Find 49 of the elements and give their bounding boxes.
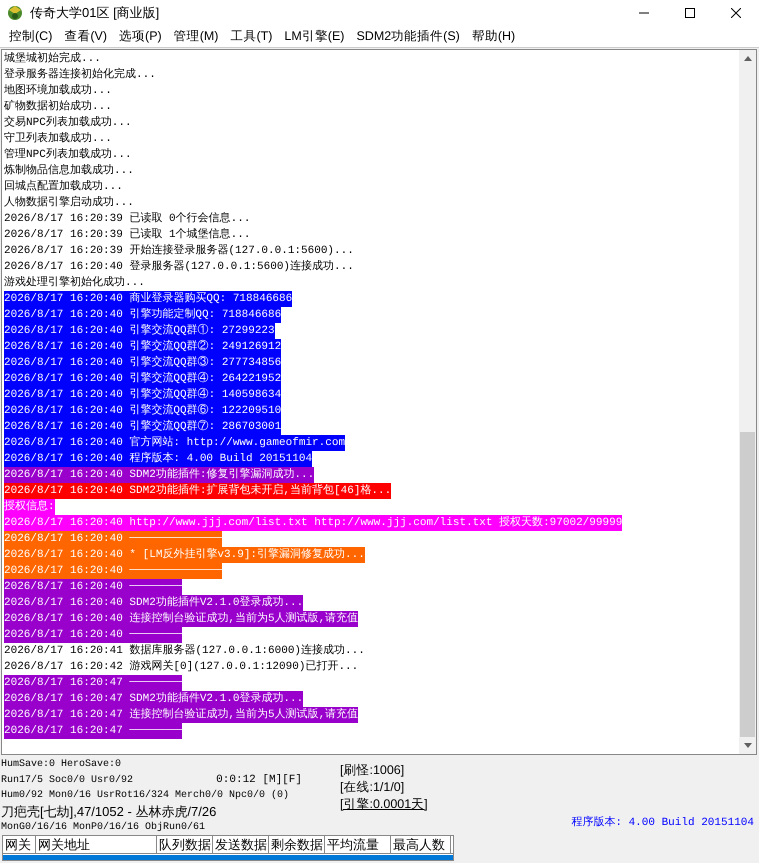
log-line: 矿物数据初始成功... [4,99,112,115]
engine-link[interactable]: [引擎:0.0001天] [340,795,428,812]
status-text: Run17/5 Soc0/0 Usr0/92 [1,774,134,788]
column-header[interactable]: 剩余数据 [269,836,325,853]
column-header[interactable]: 最高人数 [391,836,451,853]
counter-label: [在线:1/1/0] [340,779,404,795]
status-text: HumSave:0 HeroSave:0 [1,758,122,772]
menu-item[interactable]: 控制(C) [3,26,58,46]
log-line: 2026/8/17 16:20:40 登录服务器(127.0.0.1:5600)连接成功... [4,259,354,275]
log-line: 游戏处理引擎初始化成功... [4,275,145,291]
log-line: 登录服务器连接初始化完成... [4,67,156,83]
scroll-thumb[interactable] [740,432,755,737]
menu-item[interactable]: SDM2功能插件(S) [350,26,466,46]
menu-item[interactable]: LM引擎(E) [278,26,350,46]
menu-item[interactable]: 工具(T) [224,26,278,46]
status-text: Hum0/92 Mon0/16 UsrRot16/324 Merch0/0 Npc0/0 (0) [1,788,290,804]
log-line: 管理NPC列表加载成功... [4,147,132,163]
counter-label: [刷怪:1006] [340,762,404,778]
log-line: 2026/8/17 16:20:39 已读取 1个城堡信息... [4,227,250,243]
column-header[interactable]: 网关地址 [36,836,157,853]
column-header[interactable]: 队列数据 [157,836,213,853]
app-icon [6,4,24,22]
column-header[interactable]: 平均流量 [325,836,391,853]
version-label: 程序版本: 4.00 Build 20151104 [571,814,754,830]
window-title: 传奇大学01区 [商业版] [30,4,160,22]
close-icon [731,8,741,18]
scroll-up-icon[interactable] [744,56,752,61]
maximize-icon [685,8,695,18]
log-line: 炼制物品信息加载成功... [4,163,134,179]
menu-item[interactable]: 管理(M) [168,26,224,46]
log-line: 人物数据引擎启动成功... [4,195,134,211]
status-text: 刀疤壳[七劫],47/1052 - 丛林赤虎/7/26 [1,802,216,821]
log-line: 2026/8/17 16:20:39 开始连接登录服务器(127.0.0.1:5600)... [4,243,354,259]
log-line: 回城点配置加载成功... [4,179,123,195]
status-text: MonG0/16/16 MonP0/16/16 ObjRun0/61 [1,820,206,835]
uptime-text: 0:0:12 [M][F] [216,773,302,788]
log-line: 地图环境加载成功... [4,83,112,99]
log-line: 2026/8/17 16:20:39 已读取 0个行会信息... [4,211,250,227]
column-header[interactable]: 发送数据 [213,836,269,853]
log-line: 城堡城初始完成... [4,51,101,67]
menu-item[interactable]: 帮助(H) [466,26,522,46]
menu-item[interactable]: 选项(P) [113,26,168,46]
log-line: 守卫列表加载成功... [4,131,112,147]
scroll-down-icon[interactable] [744,743,752,748]
log-line: 2026/8/17 16:20:42 游戏网关[0](127.0.0.1:12090)已打开... [4,659,358,675]
menu-item[interactable]: 查看(V) [58,26,114,46]
log-line: 2026/8/17 16:20:41 数据库服务器(127.0.0.1:6000)连接成功... [4,643,365,659]
log-line: 交易NPC列表加载成功... [4,115,132,131]
column-header[interactable]: 网关 [3,836,36,853]
